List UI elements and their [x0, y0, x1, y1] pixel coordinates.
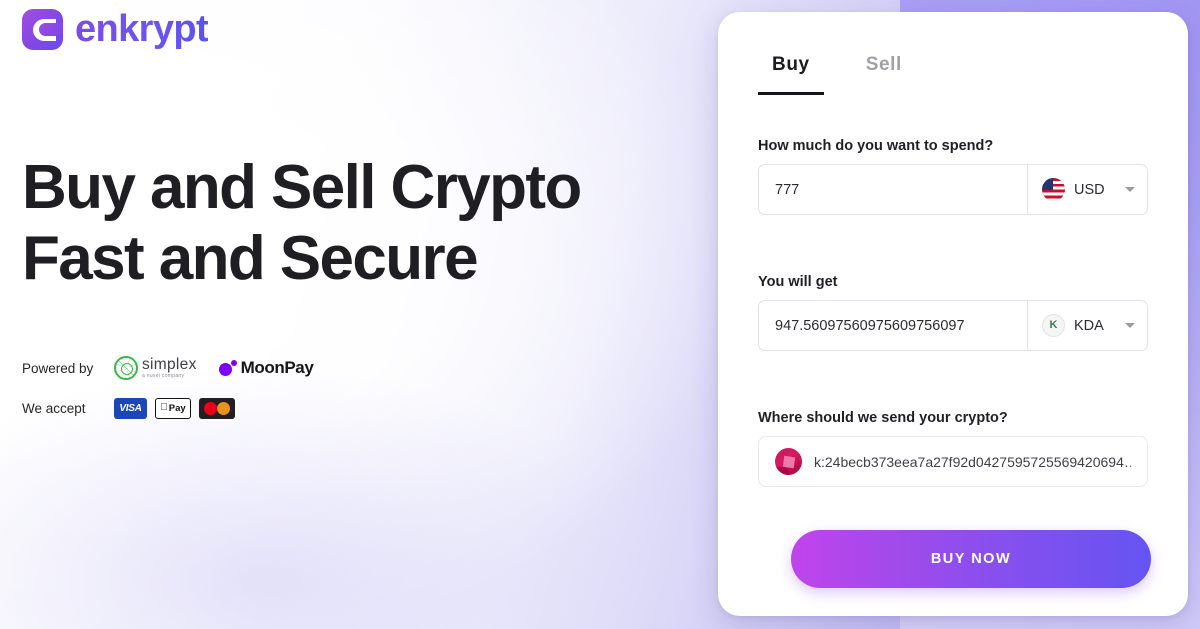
brand-logo[interactable]: enkrypt — [22, 8, 209, 51]
destination-label: Where should we send your crypto? — [758, 410, 1008, 426]
simplex-label: simplex — [142, 356, 197, 373]
apple-glyph:  — [160, 403, 168, 413]
receive-input-row: 947.56097560975609756097 K KDA — [758, 300, 1148, 351]
widget-tabs: Buy Sell — [758, 54, 916, 95]
we-accept-row: We accept VISA  Pay — [22, 396, 313, 420]
chevron-down-icon — [1125, 187, 1135, 192]
simplex-subtitle: a nuvei company — [142, 373, 185, 379]
token-select[interactable]: K KDA — [1028, 300, 1148, 351]
trust-badges: Powered by simplex a nuvei company MoonP… — [22, 356, 314, 436]
hero-section: enkrypt Buy and Sell Crypto Fast and Sec… — [0, 0, 700, 629]
spend-field-group: How much do you want to spend? 777 USD — [758, 138, 1148, 215]
apple-pay-icon:  Pay — [155, 397, 191, 419]
brand-name: enkrypt — [75, 8, 209, 50]
fiat-currency-label: USD — [1074, 181, 1105, 198]
spend-amount-input[interactable]: 777 — [758, 164, 1028, 215]
visa-icon: VISA — [114, 397, 147, 419]
chevron-down-icon — [1125, 323, 1135, 328]
spend-label: How much do you want to spend? — [758, 138, 994, 154]
buy-now-button[interactable]: BUY NOW — [791, 530, 1151, 588]
moonpay-label: MoonPay — [240, 358, 314, 377]
destination-address-field[interactable]: k:24becb373eea7a27f92d042759572556942069… — [758, 436, 1148, 487]
tab-buy[interactable]: Buy — [758, 54, 824, 95]
moonpay-icon — [218, 360, 237, 376]
token-label: KDA — [1074, 317, 1104, 334]
receive-field-group: You will get 947.56097560975609756097 K … — [758, 274, 1148, 351]
simplex-icon — [114, 356, 138, 380]
receive-label: You will get — [758, 274, 838, 290]
we-accept-label: We accept — [22, 400, 86, 416]
page-title: Buy and Sell Crypto Fast and Secure — [22, 153, 582, 293]
provider-simplex: simplex a nuvei company — [114, 356, 197, 380]
receive-amount-input[interactable]: 947.56097560975609756097 — [758, 300, 1028, 351]
fiat-currency-select[interactable]: USD — [1028, 164, 1148, 215]
destination-field-group: Where should we send your crypto? k:24be… — [758, 410, 1148, 487]
provider-moonpay: MoonPay — [218, 358, 314, 378]
powered-by-label: Powered by — [22, 360, 94, 376]
enkrypt-logo-icon — [22, 9, 63, 50]
kda-token-icon: K — [1042, 314, 1065, 337]
powered-by-row: Powered by simplex a nuvei company MoonP… — [22, 356, 314, 380]
spend-input-row: 777 USD — [758, 164, 1148, 215]
payment-methods: VISA  Pay — [114, 397, 235, 419]
buy-sell-widget: Buy Sell How much do you want to spend? … — [718, 12, 1188, 616]
us-flag-icon — [1042, 178, 1065, 201]
mastercard-icon — [199, 397, 235, 419]
account-jazzicon — [775, 448, 802, 475]
destination-address-value: k:24becb373eea7a27f92d042759572556942069… — [814, 453, 1131, 470]
apple-pay-label: Pay — [165, 402, 186, 414]
tab-sell[interactable]: Sell — [852, 54, 916, 95]
